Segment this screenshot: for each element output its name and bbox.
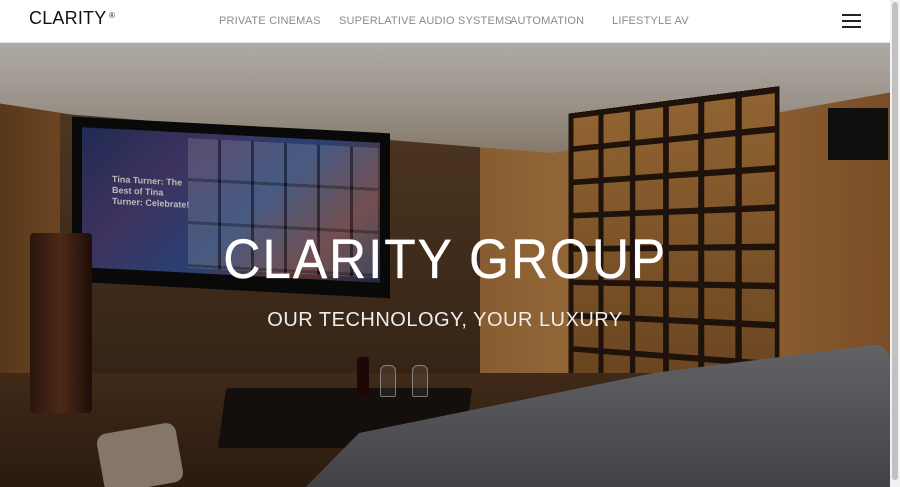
nav-item-private-cinemas[interactable]: PRIVATE CINEMAS (219, 15, 321, 27)
page-scrollbar[interactable] (890, 0, 900, 487)
nav-item-lifestyle-av[interactable]: LIFESTYLE AV (612, 15, 689, 27)
top-navbar: CLARITY ® PRIVATE CINEMAS SUPERLATIVE AU… (0, 0, 890, 43)
hamburger-menu-icon[interactable] (842, 14, 861, 29)
nav-item-automation[interactable]: AUTOMATION (510, 15, 584, 27)
registered-mark: ® (109, 11, 115, 20)
nav-item-superlative-audio-systems[interactable]: SUPERLATIVE AUDIO SYSTEMS (339, 15, 512, 27)
hero-section: Tina Turner: The Best of Tina Turner: Ce… (0, 43, 890, 487)
hero-subtitle: OUR TECHNOLOGY, YOUR LUXURY (267, 309, 623, 331)
hero-title-text: CLARITY GROUP (223, 227, 667, 290)
brand-logo[interactable]: CLARITY (29, 8, 106, 29)
scrollbar-thumb[interactable] (892, 2, 898, 480)
hero-title: CLARITY GROUP (0, 226, 890, 291)
